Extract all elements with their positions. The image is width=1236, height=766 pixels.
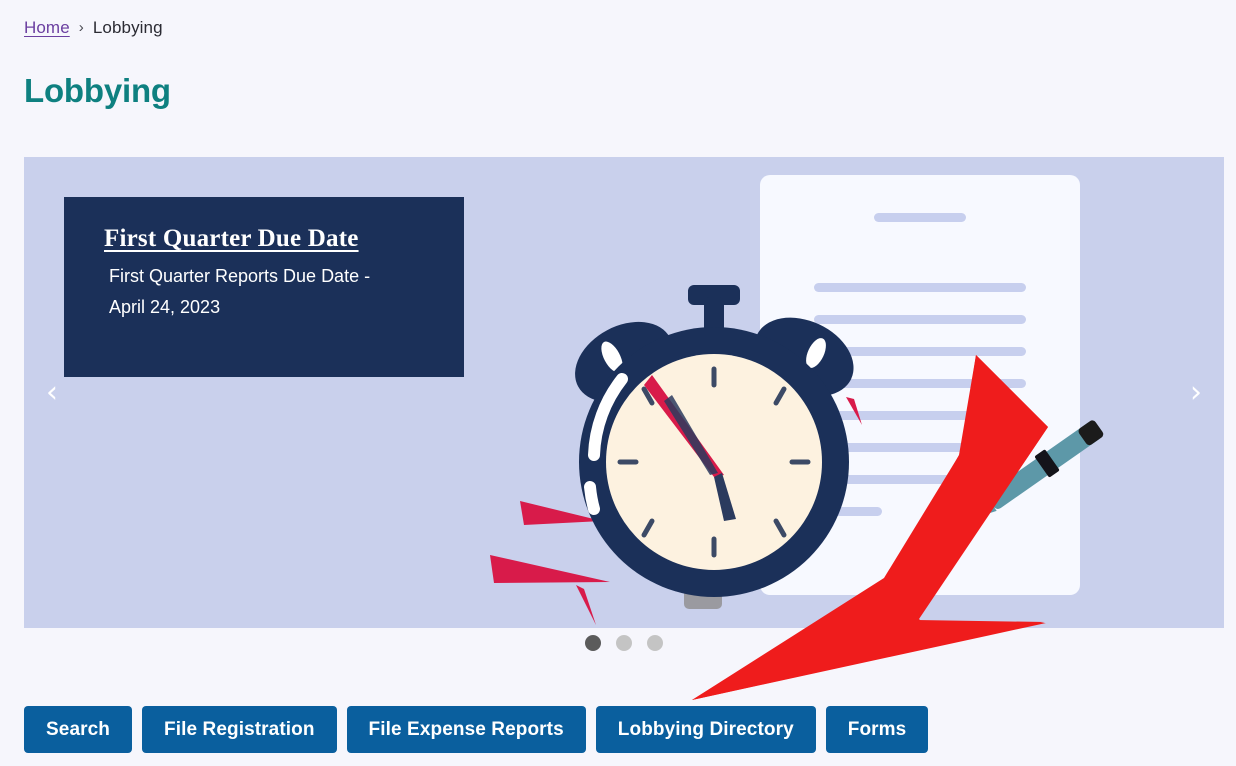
file-registration-button[interactable]: File Registration	[141, 706, 337, 753]
carousel-pagination	[24, 628, 1224, 658]
hero-slide-title-link[interactable]: First Quarter Due Date	[104, 225, 359, 253]
forms-button[interactable]: Forms	[825, 706, 929, 753]
carousel-next-arrow-icon[interactable]: ›	[1174, 371, 1218, 415]
search-button[interactable]: Search	[24, 706, 132, 753]
breadcrumb: Home › Lobbying	[24, 16, 163, 40]
breadcrumb-home-link[interactable]: Home	[24, 16, 70, 40]
carousel-dot-1[interactable]	[585, 635, 601, 651]
page-title: Lobbying	[24, 72, 171, 109]
action-button-row: Search File Registration File Expense Re…	[24, 706, 929, 753]
hero-slide-card: First Quarter Due Date First Quarter Rep…	[64, 197, 464, 377]
hero-carousel: First Quarter Due Date First Quarter Rep…	[24, 157, 1224, 628]
carousel-dot-2[interactable]	[616, 635, 632, 651]
breadcrumb-separator-icon: ›	[78, 19, 84, 36]
hero-slide-body: First Quarter Reports Due Date - April 2…	[109, 266, 371, 317]
carousel-dot-3[interactable]	[647, 635, 663, 651]
breadcrumb-current: Lobbying	[92, 18, 163, 37]
lobbying-directory-button[interactable]: Lobbying Directory	[595, 706, 816, 753]
carousel-prev-arrow-icon[interactable]: ‹	[30, 371, 74, 415]
file-expense-reports-button[interactable]: File Expense Reports	[346, 706, 586, 753]
